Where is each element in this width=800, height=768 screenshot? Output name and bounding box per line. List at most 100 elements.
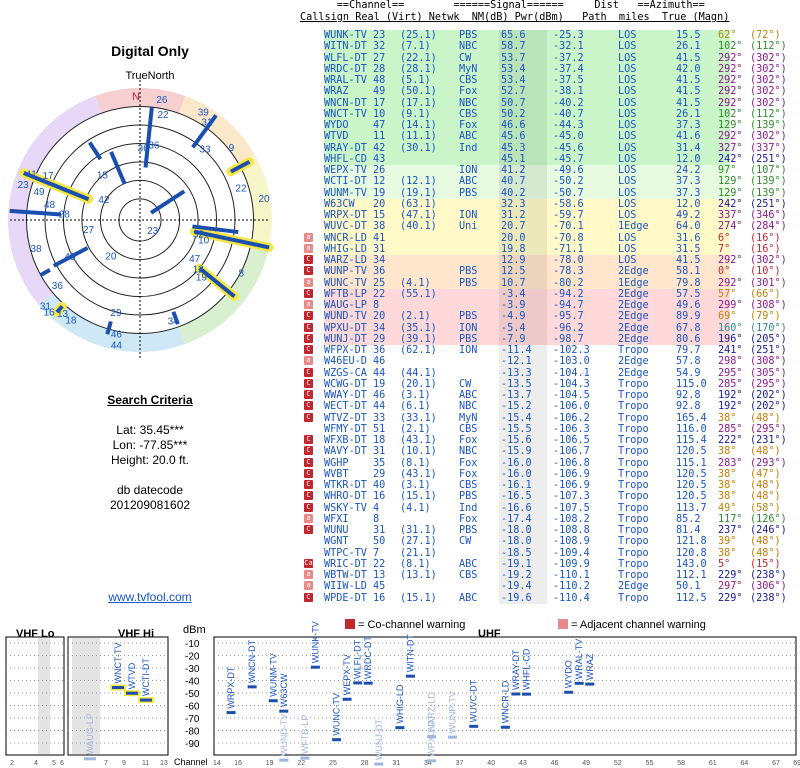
cell-path: LOS [618,30,637,41]
cell-net: Fox [459,120,478,131]
cell-az: 292° [718,131,743,143]
table-row[interactable]: WRAY-DT 42 (30.1) Ind 45.3 -45.6 LOS 31.4 327° (3… [300,142,800,154]
table-row[interactable]: WUNM-TV 19 (19.1) PBS 40.2 -50.7 LOS 37.3 129° (1… [300,187,800,199]
table-row[interactable]: WITN-DT 32 (7.1) NBC 58.7 -32.1 LOS 26.1 102° (11… [300,41,800,53]
cell-call: WNCT-TV [324,108,367,120]
cell-net: ION [459,210,478,221]
cell-call: WUND-TV [324,311,367,323]
table-row[interactable]: WCTI-DT 12 (12.1) ABC 40.7 -50.2 LOS 37.3 129° (1… [300,176,800,188]
table-row[interactable]: WRIC-DT 22 (8.1) ABC -19.1 -109.9 Tropo 143.0 5°… [300,558,800,570]
table-row[interactable]: WHFL-CD 43 45.1 -45.7 LOS 12.0 242° (251°) [300,153,800,165]
table-row[interactable]: WFMY-DT 51 (2.1) CBS -15.5 -106.3 Tropo 116.0 28… [300,423,800,435]
cell-dist: 79.7 [676,345,701,356]
cell-dist: 37.3 [676,176,701,188]
table-row[interactable]: WCWG-DT 19 (20.1) CW -13.5 -104.3 Tropo 115.0 28… [300,378,800,390]
cell-mag: (293°) [750,457,787,469]
cell-mag: (306°) [750,581,787,593]
cell-real: 26 [373,165,386,176]
table-row[interactable]: WARZ-LD 34 12.9 -78.0 LOS 41.5 292° (302°) C [300,255,800,267]
table-row[interactable]: WNCN-DT 17 (17.1) NBC 50.7 -40.2 LOS 41.5 292° (3… [300,97,800,109]
table-row[interactable]: WPXU-DT 34 (35.1) ION -5.4 -96.2 2Edge 67.8 160°… [300,322,800,334]
table-row[interactable]: WGHP 35 (8.1) Fox -16.0 -106.8 Tropo 115.1 283° (… [300,457,800,469]
table-row[interactable]: WAVY-DT 31 (10.1) NBC -15.9 -106.7 Tropo 120.5 3… [300,446,800,458]
cell-az: 242° [718,198,743,210]
table-row[interactable]: WGNT 50 (27.1) CW -18.0 -108.9 Tropo 121.8 39° (4… [300,536,800,548]
table-row[interactable]: WTVD 11 (11.1) ABC 45.6 -45.0 LOS 41.6 292° (302°… [300,131,800,143]
cell-real: 41 [373,232,386,244]
table-row[interactable]: WFXB-DT 18 (43.1) Fox -15.6 -106.5 Tropo 115.4 2… [300,435,800,447]
table-row[interactable]: WFPX-DT 36 (62.1) ION -11.4 -102.3 Tropo 79.7 24… [300,345,800,357]
table-row[interactable]: WRPX-DT 15 (47.1) ION 31.2 -59.7 LOS 49.2 337° (3… [300,210,800,222]
table-row[interactable]: WTKR-DT 40 (3.1) CBS -16.1 -106.9 Tropo 120.5 38… [300,480,800,492]
table-row[interactable]: WUVC-DT 38 (40.1) Uni 20.7 -70.1 1Edge 64.0 274°… [300,221,800,233]
table-row[interactable]: WECT-DT 44 (6.1) NBC -15.2 -106.0 Tropo 92.8 192… [300,401,800,413]
table-row[interactable]: WIIW-LD 45 -19.4 -110.2 2Edge 50.1 297° (306°) a [300,581,800,593]
spectrum-panel [5,636,65,756]
table-row[interactable]: WZGS-CA 44 (44.1) -13.3 -104.1 2Edge 54.9 295° (… [300,367,800,379]
table-row[interactable]: WBTW-DT 13 (13.1) CBS -19.2 -110.1 Tropo 112.1 2… [300,570,800,582]
table-row[interactable]: WUND-TV 20 (2.1) PBS -4.9 -95.7 2Edge 89.9 69° (7… [300,311,800,323]
table-row[interactable]: WHRO-DT 16 (15.1) PBS -16.5 -107.3 Tropo 120.5 3… [300,491,800,503]
cell-az: 242° [718,153,743,165]
cell-call: WGHP [324,457,349,469]
station-label: WAUG-LP [85,713,95,755]
radar-channel-label: 42 [98,195,110,206]
table-row[interactable]: WLFL-DT 27 (22.1) CW 53.7 -37.2 LOS 41.5 292° (30… [300,52,800,64]
cell-mag: (308°) [750,300,787,311]
table-row[interactable]: WEPX-TV 26 ION 41.2 -49.6 LOS 24.2 97° (107°) [300,165,800,177]
table-row[interactable]: WUNJ-DT 29 (39.1) PBS -7.9 -98.7 2Edge 80.6 196°… [300,333,800,345]
cell-nm: 41.2 [501,165,526,176]
cell-path: Tropo [618,536,649,548]
table-row[interactable]: WTVZ-DT 33 (33.1) MyN -15.4 -106.2 Tropo 165.4 3… [300,412,800,424]
table-row[interactable]: WUNK-TV 23 (25.1) PBS 65.6 -25.3 LOS 15.5 62° (72… [300,30,800,42]
warning-icon: C [304,378,313,388]
table-row[interactable]: WRAZ 49 (50.1) Fox 52.7 -38.1 LOS 41.5 292° (302°… [300,86,800,98]
table-row[interactable]: WNCT-TV 10 (9.1) CBS 50.2 -40.7 LOS 26.1 102° (11… [300,108,800,120]
table-row[interactable]: WTPC-TV 7 (21.1) -18.5 -109.4 Tropo 120.8 38° (4… [300,547,800,559]
cell-dist: 12.0 [676,198,701,210]
station-bar [84,757,96,761]
cell-az: 292° [718,86,743,98]
table-row[interactable]: WAUG-LP 8 -3.9 -94.7 2Edge 49.6 299° (308°) a [300,300,800,312]
table-row[interactable]: W46EU-D 46 -12.1 -103.0 2Edge 57.8 298° (308°) a [300,356,800,368]
table-row[interactable]: WFTB-LP 22 (55.1) -3.4 -94.2 2Edge 57.5 57° (66°… [300,288,800,300]
table-row[interactable]: WWAY-DT 46 (3.1) ABC -13.7 -104.5 Tropo 92.8 192… [300,390,800,402]
table-row[interactable]: WHIG-LD 31 19.8 -71.1 LOS 31.5 7° (16°) a [300,243,800,255]
cell-net: CW [459,536,472,548]
warning-icon: C [304,412,313,422]
cell-nm: 53.7 [501,52,526,64]
table-row[interactable]: WFXI 8 Fox -17.4 -108.2 Tropo 85.2 117° (126°) a [300,513,800,525]
cell-nm: 45.3 [501,142,526,154]
table-row[interactable]: WUNC-TV 25 (4.1) PBS 10.7 -80.2 1Edge 79.8 292° (… [300,277,800,289]
table-row[interactable]: WUNU 31 (31.1) PBS -18.0 -108.8 Tropo 81.4 237° (… [300,525,800,537]
dbm-label: dBm [183,624,206,636]
table-row[interactable]: WRDC-DT 28 (28.1) MyN 53.4 -37.4 LOS 42.0 292° (3… [300,63,800,75]
table-row[interactable]: WVBT 29 (43.1) Fox -16.0 -106.9 Tropo 120.5 38° (… [300,468,800,480]
table-row[interactable]: WYDO 47 (14.1) Fox 46.6 -44.3 LOS 37.3 129° (139°… [300,120,800,132]
radar-channel-label: 8 [238,269,244,280]
cell-nm: 40.7 [501,176,526,188]
cell-real: 51 [373,423,386,435]
table-row[interactable]: WUNP-TV 36 PBS 12.5 -78.3 2Edge 58.1 0° (10°) C [300,266,800,278]
cell-dist: 41.5 [676,86,701,98]
db-code: 201209081602 [109,498,191,512]
table-row[interactable]: WRAL-TV 48 (5.1) CBS 53.4 -37.5 LOS 41.5 292° (30… [300,75,800,87]
table-row[interactable]: WNCR-LD 41 20.0 -70.8 LOS 31.6 6° (16°) a [300,232,800,244]
station-label: WRDC-DT [363,636,373,679]
table-row[interactable]: WSKY-TV 4 (4.1) Ind -16.6 -107.5 Tropo 113.7 49°… [300,502,800,514]
cell-pwr: -40.2 [553,97,584,109]
cell-dist: 115.1 [676,457,707,469]
spectrum-chart: = Co-channel warning = Adjacent channel w… [5,619,800,767]
radar-channel-label: 19 [196,273,208,284]
table-row[interactable]: W63CW 20 (63.1) 32.3 -58.6 LOS 12.0 242° (251°) [300,198,800,210]
radar-channel-label: 38 [30,244,42,255]
cell-path: Tropo [618,468,649,480]
tvfool-link[interactable]: www.tvfool.com [60,590,240,604]
cell-dist: 42.0 [676,63,701,75]
table-row[interactable]: WPDE-DT 16 (15.1) ABC -19.6 -110.4 Tropo 112.5 2… [300,592,800,604]
cell-real: 16 [373,592,386,604]
cell-dist: 85.2 [676,513,701,525]
cell-path: LOS [618,142,637,154]
cell-call: WZGS-CA [324,367,367,379]
cell-call: WUNK-TV [324,30,367,41]
